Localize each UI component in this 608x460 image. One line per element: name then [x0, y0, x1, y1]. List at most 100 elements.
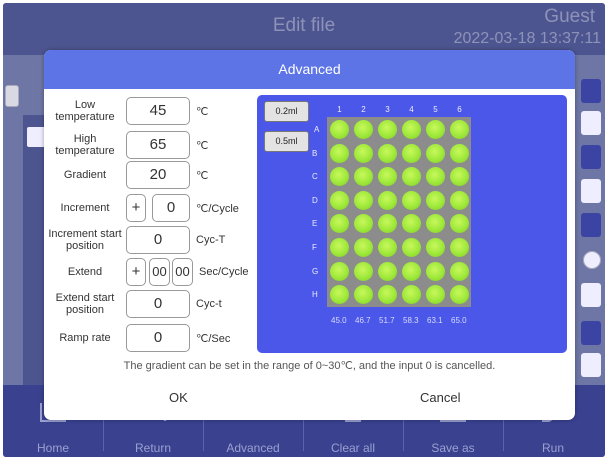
well-A1[interactable]	[330, 120, 349, 139]
gradient-unit: ℃	[196, 170, 209, 182]
well-F2[interactable]	[354, 238, 373, 257]
well-C5[interactable]	[426, 167, 445, 187]
row-label: G	[312, 266, 319, 276]
well-C3[interactable]	[378, 167, 397, 187]
well-E4[interactable]	[402, 214, 421, 234]
high-temperature-input[interactable]: 65	[126, 131, 190, 159]
ok-button[interactable]: OK	[169, 390, 188, 405]
well-G6[interactable]	[450, 261, 469, 281]
volume-0-5ml-button[interactable]: 0.5ml	[264, 131, 309, 152]
increment-sign-toggle[interactable]: +	[126, 194, 146, 222]
app-header: Edit file Guest 2022-03-18 13:37:11	[3, 3, 605, 55]
well-G2[interactable]	[354, 261, 373, 281]
column-label: 1	[337, 105, 342, 114]
column-temperature: 51.7	[379, 316, 395, 325]
well-E5[interactable]	[426, 214, 445, 234]
extend-seconds-input[interactable]: 00	[172, 258, 193, 286]
well-C1[interactable]	[330, 167, 349, 187]
row-label: C	[312, 172, 318, 182]
increment-start-label: Increment start position	[48, 228, 122, 252]
extend-minutes-input[interactable]: 00	[149, 258, 170, 286]
well-A5[interactable]	[426, 120, 445, 139]
well-G1[interactable]	[330, 261, 349, 281]
well-F1[interactable]	[330, 238, 349, 257]
well-C4[interactable]	[402, 167, 421, 187]
well-B5[interactable]	[426, 143, 445, 163]
advanced-label: Advanced	[226, 441, 280, 455]
well-G4[interactable]	[402, 261, 421, 281]
cancel-button[interactable]: Cancel	[420, 390, 460, 405]
increment-start-input[interactable]: 0	[126, 226, 190, 254]
extend-start-unit: Cyc-t	[196, 298, 222, 310]
well-A6[interactable]	[450, 120, 469, 139]
well-D1[interactable]	[330, 190, 349, 210]
background-control	[581, 283, 601, 307]
well-B1[interactable]	[330, 143, 349, 163]
well-A4[interactable]	[402, 120, 421, 139]
well-H5[interactable]	[426, 285, 445, 305]
ramp-rate-unit: ℃/Sec	[196, 333, 231, 345]
column-label: 2	[361, 105, 366, 114]
well-E1[interactable]	[330, 214, 349, 234]
well-H6[interactable]	[450, 285, 469, 305]
well-G3[interactable]	[378, 261, 397, 281]
well-D6[interactable]	[450, 190, 469, 210]
volume-0-2ml-button[interactable]: 0.2ml	[264, 101, 309, 122]
increment-input[interactable]: 0	[152, 194, 190, 222]
well-B2[interactable]	[354, 143, 373, 163]
background-control	[581, 145, 601, 169]
well-A3[interactable]	[378, 120, 397, 139]
well-H2[interactable]	[354, 285, 373, 305]
return-label: Return	[134, 441, 172, 455]
well-C2[interactable]	[354, 167, 373, 187]
well-F5[interactable]	[426, 238, 445, 257]
well-D5[interactable]	[426, 190, 445, 210]
row-label: F	[312, 243, 317, 252]
well-D2[interactable]	[354, 190, 373, 210]
increment-label: Increment	[60, 202, 110, 214]
extend-start-input[interactable]: 0	[126, 290, 190, 318]
extend-start-label: Extend start position	[55, 292, 115, 316]
column-temperature: 63.1	[427, 316, 443, 325]
extend-unit: Sec/Cycle	[199, 266, 249, 278]
extend-sign-toggle[interactable]: +	[126, 258, 146, 286]
well-H3[interactable]	[378, 285, 397, 305]
low-temperature-unit: ℃	[196, 106, 209, 118]
well-E3[interactable]	[378, 214, 397, 234]
row-label: A	[314, 125, 320, 134]
well-E2[interactable]	[354, 214, 373, 234]
well-F3[interactable]	[378, 238, 397, 257]
well-B3[interactable]	[378, 143, 397, 163]
well-H4[interactable]	[402, 285, 421, 305]
well-H1[interactable]	[330, 285, 349, 305]
low-temperature-input[interactable]: 45	[126, 97, 190, 125]
row-label: B	[312, 148, 318, 158]
well-grid	[327, 117, 471, 307]
well-B4[interactable]	[402, 143, 421, 163]
home-label: Home	[36, 441, 69, 455]
well-E6[interactable]	[450, 214, 469, 234]
column-label: 6	[457, 105, 462, 114]
well-G5[interactable]	[426, 261, 445, 281]
run-label: Run	[541, 441, 564, 455]
well-F4[interactable]	[402, 238, 421, 257]
gradient-input[interactable]: 20	[126, 161, 190, 189]
well-C6[interactable]	[450, 167, 469, 187]
well-plate: 0.2ml 0.5ml 1 2 3 4 5 6 A B C D E F G H 45.0 46.7 51.7 58…	[257, 95, 567, 353]
low-temperature-label: Low temperature	[55, 99, 115, 123]
background-button	[5, 85, 19, 107]
well-B6[interactable]	[450, 143, 469, 163]
well-D3[interactable]	[378, 190, 397, 210]
advanced-dialog: Advanced Low temperature 45 ℃ High tempe…	[44, 50, 575, 420]
background-control	[581, 321, 601, 345]
dialog-title: Advanced	[44, 50, 575, 89]
well-A2[interactable]	[354, 120, 373, 139]
column-temperature: 46.7	[355, 316, 371, 325]
high-temperature-label: High temperature	[55, 133, 115, 157]
column-label: 3	[385, 105, 390, 114]
ramp-rate-input[interactable]: 0	[126, 324, 190, 352]
ramp-rate-label: Ramp rate	[59, 332, 111, 344]
well-D4[interactable]	[402, 190, 421, 210]
well-F6[interactable]	[450, 238, 469, 257]
background-control	[581, 353, 601, 377]
